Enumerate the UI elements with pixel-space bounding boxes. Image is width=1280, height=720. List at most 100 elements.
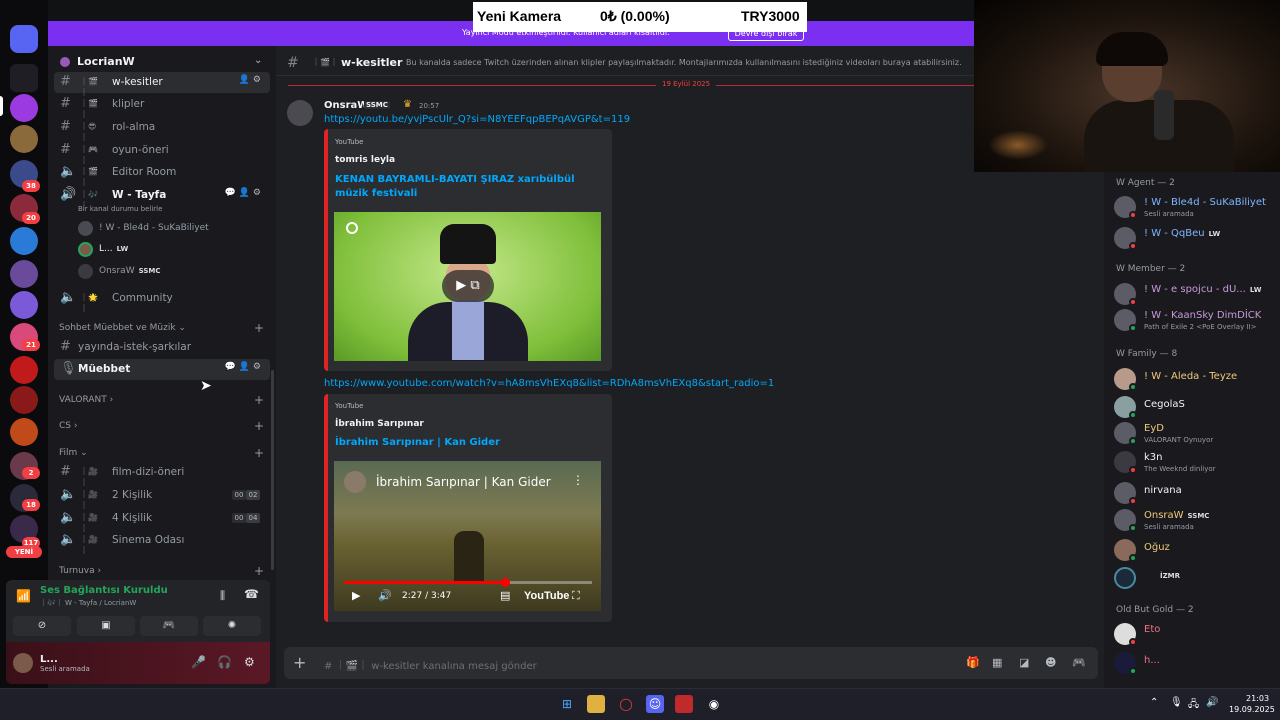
member-item[interactable]: EyD VALORANT Oynuyor	[1114, 420, 1274, 448]
clock-date[interactable]: 19.09.2025	[1229, 705, 1275, 714]
member-item[interactable]: ! W - QqBeu LW	[1114, 225, 1274, 253]
mic-icon[interactable]: 🎤	[191, 655, 206, 669]
category-cs[interactable]: CS ›	[59, 421, 77, 431]
chevron-down-icon[interactable]: ⌄	[254, 55, 262, 66]
add-channel-icon[interactable]: +	[254, 393, 264, 407]
channel-rol-alma[interactable]: # ｜😎｜ rol-alma	[54, 117, 270, 142]
embed-title[interactable]: İbrahim Sarıpınar | Kan Gider	[335, 436, 500, 450]
channel-actions-icon[interactable]: 💬👤⚙	[225, 362, 264, 372]
sidebar-scrollbar[interactable]	[271, 370, 274, 570]
app-icon[interactable]	[675, 695, 693, 713]
clock-time[interactable]: 21:03	[1246, 694, 1269, 703]
sticker-icon[interactable]: ◪	[1019, 656, 1029, 669]
embed-title[interactable]: KENAN BAYRAMLI-BAYATI ŞIRAZ xarıbülbül m…	[335, 173, 595, 201]
youtube-logo[interactable]: YouTube	[524, 590, 569, 602]
channel-muebbet[interactable]: 🎙 Müebbet 💬👤⚙	[54, 359, 270, 380]
file-explorer-icon[interactable]	[587, 695, 605, 713]
channel-sinema-odasi[interactable]: 🔈 ｜🎥｜ Sinema Odası	[54, 530, 270, 555]
member-item[interactable]: Eto	[1114, 621, 1274, 649]
add-channel-icon[interactable]: +	[254, 321, 264, 335]
message-input[interactable]: # ｜🎬｜ w-kesitler kanalına mesaj gönder	[324, 657, 537, 672]
server-icon[interactable]	[10, 64, 38, 92]
noise-icon[interactable]: ⫼	[220, 589, 225, 603]
member-item[interactable]: OnsraW SSMC Sesli aramada	[1114, 507, 1274, 535]
server-icon[interactable]	[10, 260, 38, 288]
channel-actions-icon[interactable]: 💬👤⚙	[225, 188, 264, 198]
category-valorant[interactable]: VALORANT ›	[59, 395, 113, 405]
plus-icon[interactable]: +	[293, 653, 306, 672]
progress-bar[interactable]	[344, 578, 592, 587]
embed-provider[interactable]: YouTube	[335, 402, 363, 410]
activity-icon[interactable]: 🎮	[140, 616, 198, 636]
embed-author[interactable]: İbrahim Sarıpınar	[335, 419, 424, 429]
mic-icon[interactable]: 🎙	[1170, 697, 1183, 708]
category-turnuva[interactable]: Turnuva ›	[59, 566, 101, 576]
opera-icon[interactable]: ◯	[617, 695, 635, 713]
message-author[interactable]: OnsraW	[324, 100, 368, 111]
obs-icon[interactable]: ◉	[705, 695, 723, 713]
add-channel-icon[interactable]: +	[254, 446, 264, 460]
gif-icon[interactable]: ▦	[992, 656, 1002, 669]
member-item[interactable]: ! W - KaanSky DimDİCK Path of Exile 2 <P…	[1114, 307, 1274, 335]
channel-actions-icon[interactable]: 👤⚙	[239, 75, 264, 85]
channel-film-dizi-oneri[interactable]: # ｜🎥｜ film-dizi-öneri	[54, 462, 270, 487]
avatar[interactable]	[13, 653, 33, 673]
avatar[interactable]	[287, 100, 313, 126]
member-item[interactable]: nirvana	[1114, 480, 1274, 508]
add-channel-icon[interactable]: +	[254, 419, 264, 433]
member-item[interactable]: Oğuz	[1114, 537, 1274, 565]
member-item[interactable]: k3n The Weeknd dinliyor	[1114, 449, 1274, 477]
channel-klipler[interactable]: # ｜🎬｜ klipler	[54, 94, 270, 119]
video-thumbnail[interactable]: ▶ ⧉	[334, 212, 601, 361]
channel-2-kisilik[interactable]: 🔈 ｜🎥｜ 2 Kişilik 00 02	[54, 485, 270, 510]
volume-icon[interactable]: 🔊	[1206, 697, 1218, 708]
channel-status[interactable]: Bir kanal durumu belirle	[78, 205, 162, 213]
message-link[interactable]: https://www.youtube.com/watch?v=hA8msVhE…	[324, 378, 774, 389]
disconnect-icon[interactable]: ☎	[244, 587, 259, 601]
volume-icon[interactable]: 🔊	[378, 589, 392, 602]
channel-4-kisilik[interactable]: 🔈 ｜🎥｜ 4 Kişilik 00 04	[54, 508, 270, 533]
windows-start-icon[interactable]: ⊞	[558, 695, 576, 713]
network-icon[interactable]: 🖧	[1188, 697, 1199, 714]
channel-editor-room[interactable]: 🔈 ｜🎬｜ Editor Room	[54, 162, 270, 187]
channel-community[interactable]: 🔈 ｜🌟｜ Community	[54, 288, 270, 313]
channel-oyun-oneri[interactable]: # ｜🎮｜ oyun-öneri	[54, 140, 270, 165]
server-icon[interactable]	[10, 227, 38, 255]
discord-home-icon[interactable]	[10, 25, 38, 53]
category-sohbet[interactable]: Sohbet Müebbet ve Müzik ⌄	[59, 323, 186, 333]
channel-yayinda-istek[interactable]: # yayında-istek-şarkılar	[54, 337, 270, 358]
embed-provider[interactable]: YouTube	[335, 138, 363, 146]
headphones-icon[interactable]: 🎧	[217, 655, 232, 669]
settings-icon[interactable]: ⚙	[244, 655, 255, 669]
server-icon[interactable]	[10, 418, 38, 446]
channel-avatar[interactable]	[344, 471, 366, 493]
tray-chevron-icon[interactable]: ⌃	[1150, 697, 1158, 708]
add-channel-icon[interactable]: +	[254, 564, 264, 578]
more-icon[interactable]: ⋮	[572, 473, 584, 487]
camera-off-icon[interactable]: ⊘	[13, 616, 71, 636]
channel-w-kesitler[interactable]: # ｜🎬｜ w-kesitler 👤⚙	[54, 72, 270, 97]
voice-status-title[interactable]: Ses Bağlantısı Kuruldu	[40, 585, 168, 596]
member-item[interactable]: CegolaS	[1114, 394, 1274, 422]
captions-icon[interactable]: ▤	[500, 589, 510, 602]
message-link[interactable]: https://youtu.be/yvjPscUlr_Q?si=N8YEEFqp…	[324, 114, 630, 125]
category-film[interactable]: Film ⌄	[59, 448, 88, 458]
member-item[interactable]: İZMR	[1114, 565, 1274, 593]
member-item[interactable]: h...	[1114, 650, 1274, 678]
apps-icon[interactable]: 🎮	[1072, 656, 1086, 669]
progress-knob[interactable]	[501, 578, 511, 587]
play-icon[interactable]: ▶	[352, 589, 360, 602]
member-item[interactable]: ! W - Aleda - Teyze	[1114, 366, 1274, 394]
guild-name[interactable]: LocrianW	[77, 55, 135, 68]
member-item[interactable]: ! W - Ble4d - SuKaBiliyet Sesli aramada	[1114, 194, 1274, 222]
channel-topic[interactable]: Bu kanalda sadece Twitch üzerinden alına…	[406, 58, 962, 67]
server-icon[interactable]	[10, 386, 38, 414]
screen-share-icon[interactable]: ▣	[77, 616, 135, 636]
video-player[interactable]: İbrahim Sarıpınar | Kan Gider ⋮ ▶ 🔊 2:27…	[334, 461, 601, 611]
server-icon[interactable]	[10, 125, 38, 153]
emoji-icon[interactable]: ☻	[1045, 656, 1056, 669]
server-icon[interactable]	[10, 291, 38, 319]
soundboard-icon[interactable]: ✺	[203, 616, 261, 636]
member-item[interactable]: ! W - e spojcu - dU... LW	[1114, 281, 1274, 309]
gift-icon[interactable]: 🎁	[966, 656, 980, 669]
